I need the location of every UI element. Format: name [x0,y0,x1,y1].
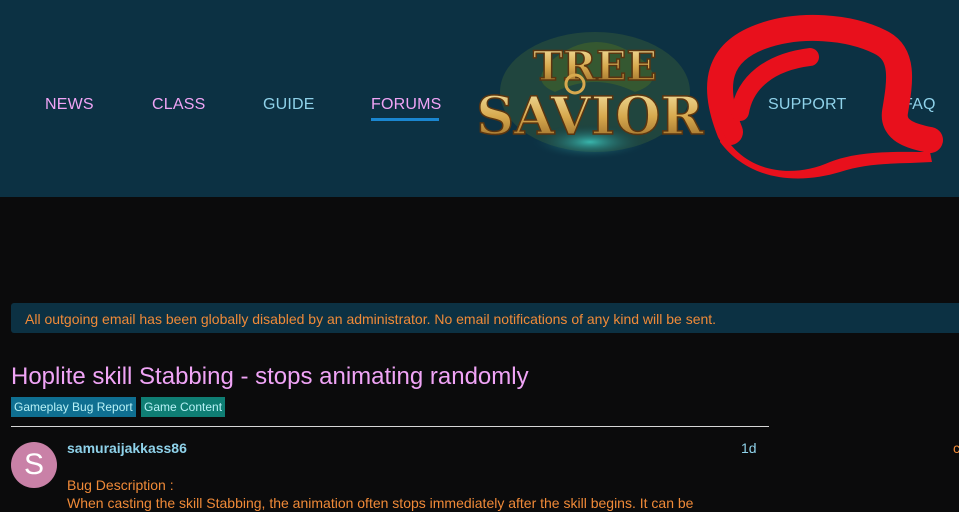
svg-text:SAVIOR: SAVIOR [476,86,704,147]
nav-news[interactable]: NEWS [45,96,94,114]
email-disabled-notice: All outgoing email has been globally dis… [11,303,959,333]
topic-title[interactable]: Hoplite skill Stabbing - stops animating… [11,363,529,391]
topic-divider [11,426,769,427]
avatar[interactable]: S [11,442,57,488]
post-username[interactable]: samuraijakkass86 [67,440,187,456]
notice-text: All outgoing email has been globally dis… [25,311,717,327]
active-nav-indicator [371,118,439,121]
cutoff-text: c [953,440,959,456]
category-tag-gameplay-bug-report[interactable]: Gameplay Bug Report [11,397,136,417]
category-tag-game-content[interactable]: Game Content [141,397,226,417]
post-body-line: When casting the skill Stabbing, the ani… [67,495,694,511]
post-date[interactable]: 1d [741,440,757,456]
nav-guide[interactable]: GUIDE [263,96,315,114]
tree-savior-logo[interactable]: TREE SAVIOR [445,22,735,174]
svg-text:TREE: TREE [533,43,657,90]
site-header: NEWS CLASS GUIDE FORUMS SUPPORT FAQ TREE… [0,0,959,197]
post-body-heading: Bug Description : [67,477,174,493]
nav-class[interactable]: CLASS [152,96,205,114]
nav-forums[interactable]: FORUMS [371,96,442,114]
red-scribble-annotation [707,14,943,179]
